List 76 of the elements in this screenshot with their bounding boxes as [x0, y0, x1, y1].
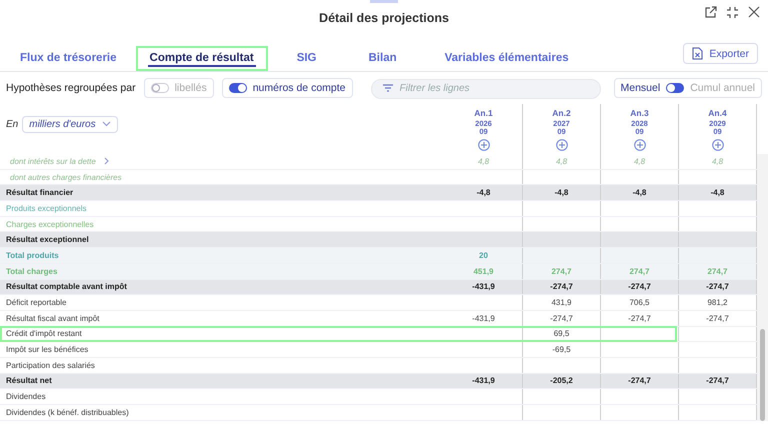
- grouping-toggle[interactable]: numéros de compte: [222, 78, 353, 98]
- table-cell: 69,5: [554, 329, 570, 338]
- row-label: Participation des salariés: [6, 360, 95, 370]
- tab[interactable]: Bilan: [354, 46, 411, 71]
- table-cell: -274,7: [706, 314, 729, 323]
- row-label: Total charges: [6, 266, 58, 276]
- filter-field[interactable]: Filtrer les lignes: [370, 78, 601, 98]
- table-cell: -4,8: [632, 188, 646, 198]
- table-cell: -274,7: [706, 376, 729, 386]
- table-cell: 981,2: [707, 298, 728, 308]
- period-toggle[interactable]: Mensuel Cumul annuel: [614, 78, 762, 98]
- tab[interactable]: Compte de résultat: [136, 46, 268, 71]
- table-cell: -431,9: [472, 314, 495, 323]
- column-header: An.2: [552, 108, 571, 118]
- table-cell: -431,9: [472, 282, 495, 292]
- grouping-label: Hypothèses regroupées par: [6, 82, 136, 94]
- table-cell: 4,8: [712, 156, 724, 166]
- export-button[interactable]: Exporter: [683, 43, 758, 64]
- table-cell: -4,8: [710, 188, 724, 198]
- table-cell: -274,7: [550, 314, 573, 323]
- table-cell: -274,7: [628, 314, 651, 323]
- table-cell: -69,5: [552, 345, 571, 354]
- document-icon: [692, 47, 704, 60]
- table-cell: 431,9: [551, 298, 572, 308]
- unit-prefix: En: [6, 118, 18, 130]
- caret-icon: [102, 121, 111, 127]
- row-label: Résultat fiscal avant impôt: [6, 314, 100, 323]
- unit-dropdown[interactable]: milliers d'euros: [22, 116, 118, 132]
- close-icon[interactable]: [748, 6, 760, 18]
- table-cell: 4,8: [478, 156, 490, 166]
- add-icon[interactable]: [556, 139, 568, 151]
- tab[interactable]: SIG: [282, 46, 330, 71]
- row-label: Résultat exceptionnel: [6, 235, 89, 244]
- table-cell: 274,7: [707, 266, 728, 276]
- row-label: dont intérêts sur la dette: [10, 156, 96, 166]
- table-cell: -274,7: [550, 282, 573, 292]
- add-icon[interactable]: [478, 139, 490, 151]
- table-cell: 451,9: [473, 266, 494, 276]
- add-icon[interactable]: [712, 139, 724, 151]
- tab[interactable]: Flux de trésorerie: [6, 46, 131, 71]
- row-label: Dividendes (k bénéf. distribuables): [6, 408, 129, 417]
- table-cell: -274,7: [706, 282, 729, 292]
- row-label: Charges exceptionnelles: [6, 220, 94, 229]
- filter-icon: [382, 84, 393, 92]
- row-label: Déficit reportable: [6, 298, 66, 308]
- scrollbar[interactable]: [757, 154, 768, 421]
- table-cell: -431,9: [472, 376, 495, 386]
- row-label: dont autres charges financières: [10, 172, 122, 182]
- row-label: Crédit d'impôt restant: [6, 329, 82, 338]
- window-title: Détail des projections: [319, 11, 449, 25]
- table-cell: 4,8: [556, 156, 568, 166]
- row-label: Résultat financier: [6, 188, 74, 198]
- chevron-right-icon[interactable]: [104, 157, 109, 166]
- column-header: An.4: [708, 108, 727, 118]
- table-cell: 274,7: [551, 266, 572, 276]
- table-cell: 20: [479, 250, 488, 260]
- row-label: Impôt sur les bénéfices: [6, 345, 88, 354]
- table-cell: -4,8: [476, 188, 490, 198]
- row-label: Dividendes: [6, 392, 46, 402]
- table-cell: -274,7: [628, 282, 651, 292]
- table-cell: 274,7: [629, 266, 650, 276]
- collapse-icon[interactable]: [726, 6, 739, 19]
- table-cell: -205,2: [550, 376, 573, 386]
- table-cell: 4,8: [634, 156, 646, 166]
- row-label: Résultat net: [6, 376, 52, 386]
- table-cell: -274,7: [628, 376, 651, 386]
- table-cell: -4,8: [554, 188, 568, 198]
- table-cell: 706,5: [629, 298, 650, 308]
- external-link-icon[interactable]: [704, 6, 717, 19]
- column-header: An.1: [474, 108, 493, 118]
- row-label: Total produits: [6, 250, 59, 260]
- column-header: An.3: [630, 108, 649, 118]
- add-icon[interactable]: [634, 139, 646, 151]
- row-label: Résultat comptable avant impôt: [6, 282, 127, 292]
- tab[interactable]: Variables élémentaires: [430, 46, 583, 71]
- row-label: Produits exceptionnels: [6, 204, 86, 213]
